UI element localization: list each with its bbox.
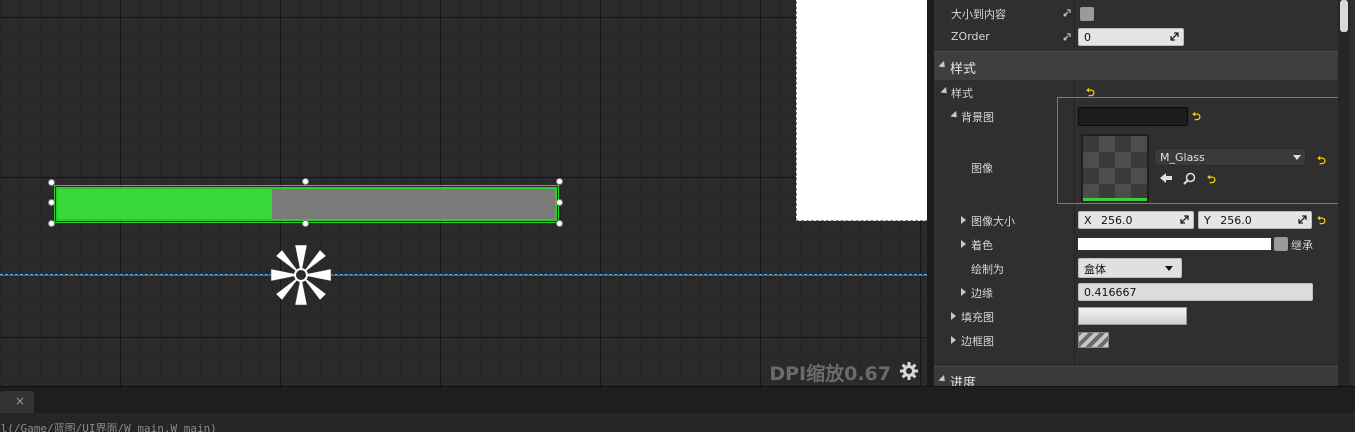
category-style[interactable]: 样式 (934, 51, 1349, 80)
scrollbar-thumb[interactable] (1340, 0, 1348, 32)
y-prefix: Y (1204, 214, 1211, 227)
dpi-scale-label[interactable]: DPI缩放0.67 (769, 359, 891, 386)
gear-icon[interactable] (899, 361, 919, 381)
resize-handle-bottom-left[interactable] (48, 220, 55, 227)
chevron-down-icon (1165, 266, 1173, 271)
white-image-widget[interactable] (796, 0, 927, 221)
expand-arrow-icon[interactable] (951, 336, 956, 344)
zorder-value: 0 (1084, 31, 1091, 44)
resize-handle-right[interactable] (556, 199, 563, 206)
margin-label: 边缘 (971, 287, 993, 300)
image-size-x-value: 256.0 (1101, 214, 1133, 227)
drag-arrows-icon[interactable] (1180, 215, 1189, 224)
row-fill-image: 填充图 (934, 304, 1344, 328)
style-group-label: 样式 (951, 87, 973, 100)
category-progress-label: 进度 (950, 376, 977, 386)
zorder-label: ZOrder (951, 30, 990, 43)
category-progress[interactable]: 进度 (934, 366, 1349, 386)
image-label: 图像 (971, 162, 993, 175)
image-size-y-value: 256.0 (1220, 214, 1252, 227)
expand-arrow-icon[interactable] (961, 288, 966, 296)
reset-to-default-icon[interactable]: ⮌ (1317, 215, 1326, 226)
draw-as-value: 盒体 (1084, 263, 1106, 276)
expand-arrow-icon[interactable] (961, 240, 966, 248)
asset-path-text: al(/Game/蓝图/UI界面/W_main.W_main) (0, 422, 217, 432)
background-image-label: 背景图 (961, 111, 994, 124)
tint-color-swatch[interactable] (1078, 238, 1271, 250)
expand-arrow-icon[interactable] (961, 216, 966, 224)
image-size-y-input[interactable]: Y 256.0 (1198, 211, 1312, 229)
row-border-image: 边框图 (934, 328, 1344, 352)
collapse-arrow-icon[interactable] (940, 86, 950, 97)
collapse-arrow-icon[interactable] (950, 110, 960, 121)
collapse-arrow-icon[interactable] (938, 374, 948, 385)
drag-arrows-icon[interactable] (1170, 32, 1179, 41)
fill-image-swatch[interactable] (1078, 307, 1187, 325)
margin-input[interactable]: 0.416667 (1078, 283, 1313, 301)
binding-icon[interactable] (1062, 32, 1072, 42)
bottom-tab[interactable]: × (0, 391, 34, 414)
drag-arrows-icon[interactable] (1298, 215, 1307, 224)
asset-path-bar: al(/Game/蓝图/UI界面/W_main.W_main) (0, 413, 1355, 432)
row-zorder: ZOrder 0 (934, 25, 1344, 49)
resize-handle-top[interactable] (302, 178, 309, 185)
draw-as-dropdown[interactable]: 盒体 (1078, 258, 1182, 278)
size-to-content-label: 大小到内容 (951, 8, 1006, 21)
anchor-guide-line (0, 274, 927, 276)
resize-handle-top-left[interactable] (48, 179, 55, 186)
inherit-label: 继承 (1291, 239, 1313, 252)
details-scrollbar[interactable] (1338, 0, 1350, 386)
highlight-box (1057, 97, 1341, 204)
close-icon[interactable]: × (15, 394, 25, 408)
row-margin: 边缘 0.416667 (934, 280, 1344, 304)
image-size-x-input[interactable]: X 256.0 (1078, 211, 1194, 229)
collapse-arrow-icon[interactable] (938, 60, 948, 71)
progress-bar-fill (58, 189, 272, 219)
row-size-to-content: 大小到内容 (934, 1, 1344, 25)
row-tint: 着色 继承 (934, 232, 1344, 256)
draw-as-label: 绘制为 (971, 263, 1004, 276)
resize-handle-top-right[interactable] (556, 178, 563, 185)
panel-splitter[interactable] (927, 0, 934, 386)
resize-handle-bottom[interactable] (302, 220, 309, 227)
category-style-label: 样式 (950, 62, 977, 77)
bottom-tab-bar: × (0, 386, 1355, 414)
anchor-flower-icon[interactable] (268, 242, 334, 308)
image-size-label: 图像大小 (971, 215, 1015, 228)
resize-handle-bottom-right[interactable] (556, 220, 563, 227)
zorder-input[interactable]: 0 (1078, 28, 1184, 46)
details-panel: 大小到内容 ZOrder 0 样式 样式 ⮌ 背景图 ⮌ 图像 M_Glass … (934, 0, 1355, 386)
margin-value: 0.416667 (1084, 286, 1137, 299)
row-image-size: 图像大小 X 256.0 Y 256.0 ⮌ (934, 208, 1349, 232)
fill-image-label: 填充图 (961, 311, 994, 324)
resize-handle-left[interactable] (48, 199, 55, 206)
border-image-swatch[interactable] (1078, 332, 1109, 348)
inherit-checkbox[interactable] (1274, 237, 1288, 251)
progress-bar-widget[interactable] (56, 187, 557, 221)
border-image-label: 边框图 (961, 335, 994, 348)
row-draw-as: 绘制为 盒体 (934, 256, 1344, 280)
x-prefix: X (1084, 214, 1092, 227)
designer-canvas[interactable]: DPI缩放0.67 (0, 0, 927, 386)
tint-label: 着色 (971, 239, 993, 252)
expand-arrow-icon[interactable] (951, 312, 956, 320)
size-to-content-checkbox[interactable] (1080, 7, 1094, 21)
binding-icon[interactable] (1062, 8, 1072, 18)
